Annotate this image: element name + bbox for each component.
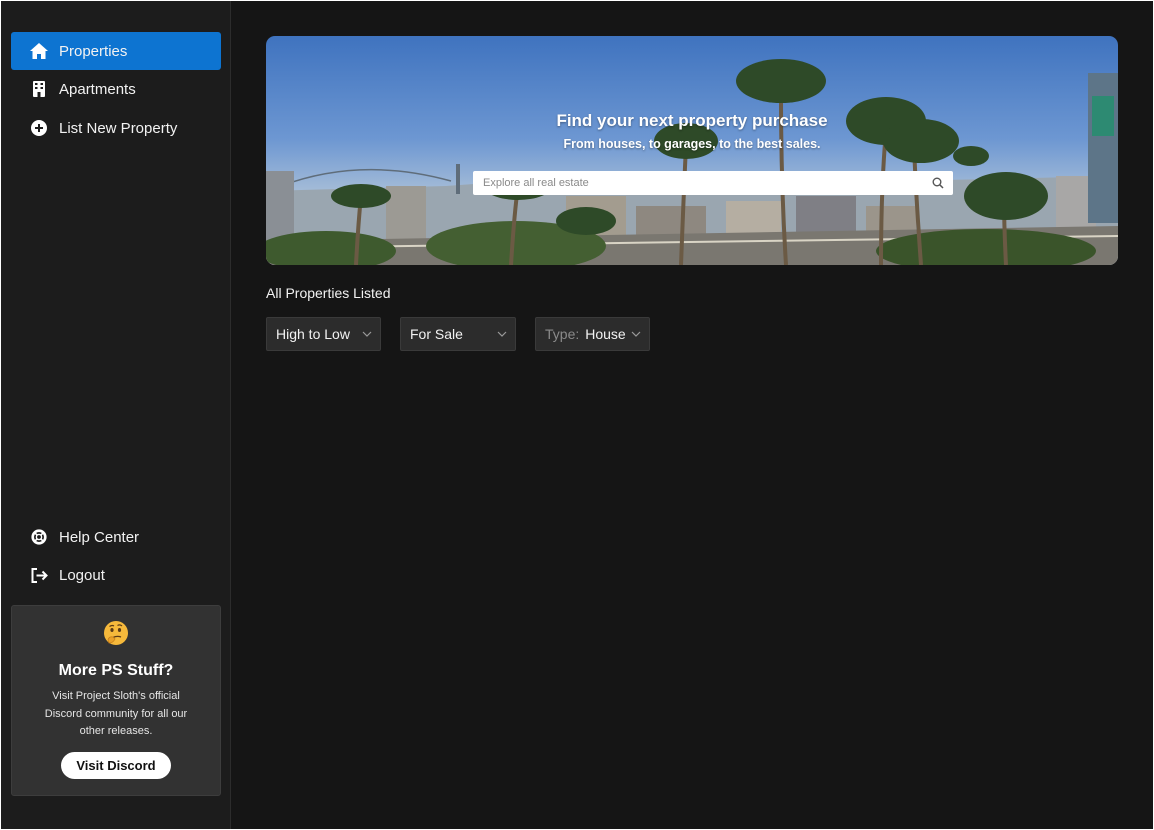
building-icon <box>29 79 49 99</box>
sidebar-item-label: Help Center <box>59 528 140 546</box>
search-icon[interactable] <box>927 172 949 194</box>
sidebar-item-apartments[interactable]: Apartments <box>11 70 221 108</box>
promo-title: More PS Stuff? <box>58 662 174 679</box>
home-icon <box>29 41 49 61</box>
plus-circle-icon <box>29 118 49 138</box>
app-window: Properties Apartments List New Property … <box>1 1 1153 829</box>
chevron-down-icon <box>362 331 372 337</box>
chevron-down-icon <box>631 331 641 337</box>
status-select[interactable]: For Sale <box>400 317 516 351</box>
status-select-value: For Sale <box>410 326 463 342</box>
sidebar-item-list-new-property[interactable]: List New Property <box>11 109 221 147</box>
sidebar-item-logout[interactable]: Logout <box>11 556 221 594</box>
sidebar: Properties Apartments List New Property … <box>1 1 231 829</box>
search-bar <box>473 171 953 195</box>
promo-description: Visit Project Sloth's official Discord c… <box>44 690 188 737</box>
chevron-down-icon <box>497 331 507 337</box>
sidebar-item-help-center[interactable]: Help Center <box>11 518 221 556</box>
sidebar-item-label: Properties <box>59 42 128 60</box>
sort-select[interactable]: High to Low <box>266 317 381 351</box>
hero-subtitle: From houses, to garages, to the best sal… <box>563 137 821 151</box>
logout-icon <box>29 565 49 585</box>
sort-select-value: High to Low <box>276 326 350 342</box>
type-select-prefix: Type: <box>545 326 580 342</box>
type-select[interactable]: Type: House <box>535 317 650 351</box>
type-select-value: House <box>585 326 626 342</box>
sidebar-item-label: Apartments <box>59 80 136 98</box>
search-input[interactable] <box>473 171 927 195</box>
visit-discord-button[interactable]: Visit Discord <box>61 751 171 779</box>
thinking-face-icon <box>103 620 129 646</box>
hero-title: Find your next property purchase <box>556 111 828 130</box>
sidebar-item-properties[interactable]: Properties <box>11 32 221 70</box>
sidebar-item-label: List New Property <box>59 119 178 137</box>
promo-card: More PS Stuff? Visit Project Sloth's off… <box>11 605 221 796</box>
sidebar-item-label: Logout <box>59 566 105 584</box>
lifebuoy-icon <box>29 527 49 547</box>
section-title: All Properties Listed <box>266 285 391 301</box>
main-content: Find your next property purchase From ho… <box>231 1 1153 829</box>
hero-banner: Find your next property purchase From ho… <box>266 36 1118 265</box>
